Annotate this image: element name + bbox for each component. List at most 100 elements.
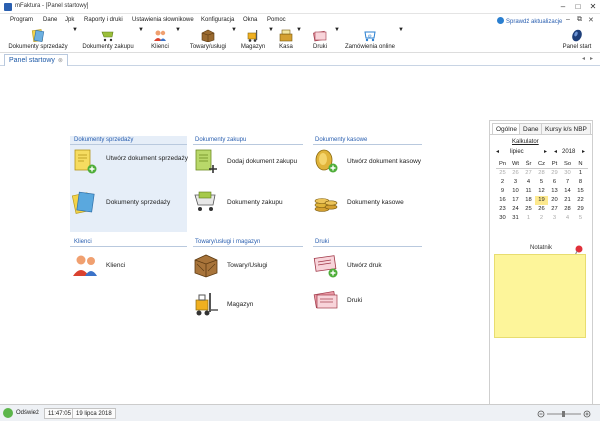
sticky-note[interactable] — [494, 254, 586, 338]
goods-services-button[interactable]: Towary/Usługi — [193, 252, 303, 280]
calendar-day[interactable]: 26 — [509, 169, 522, 178]
check-updates-link[interactable]: Sprawdź aktualizacje — [497, 17, 562, 25]
calendar-day[interactable]: 25 — [496, 169, 509, 178]
menu-ustawienia[interactable]: Ustawienia słownikowe — [132, 17, 194, 23]
calendar-day[interactable]: 2 — [496, 178, 509, 187]
calendar-year[interactable]: 2018 — [562, 147, 575, 157]
calendar-day[interactable]: 10 — [509, 187, 522, 196]
calendar-day[interactable]: 2 — [535, 214, 548, 223]
clients-button[interactable]: Klienci — [72, 252, 182, 280]
warehouse-button[interactable]: Magazyn — [193, 291, 303, 319]
calendar-day[interactable]: 1 — [574, 169, 587, 178]
calendar-day[interactable]: 23 — [496, 205, 509, 214]
toolbar-goods-services-button[interactable]: Towary/usługi — [184, 27, 232, 53]
add-purchase-document-button[interactable]: Dodaj dokument zakupu — [193, 148, 303, 176]
tab-scroll-right-icon[interactable]: ▸ — [590, 55, 593, 62]
calendar-day[interactable]: 4 — [561, 214, 574, 223]
calendar-day[interactable]: 30 — [496, 214, 509, 223]
calendar-day[interactable]: 20 — [548, 196, 561, 205]
toolbar-printouts-button[interactable]: Druki — [306, 27, 334, 53]
mdi-restore-button[interactable]: ⧉ — [577, 16, 582, 24]
calendar-day[interactable]: 13 — [548, 187, 561, 196]
goods-dropdown-arrow[interactable]: ▼ — [231, 27, 237, 53]
calendar-day[interactable]: 31 — [509, 214, 522, 223]
warehouse-dropdown-arrow[interactable]: ▼ — [268, 27, 274, 53]
orders-dropdown-arrow[interactable]: ▼ — [398, 27, 404, 53]
printouts-dropdown-arrow[interactable]: ▼ — [334, 27, 340, 53]
calendar-day[interactable]: 27 — [548, 205, 561, 214]
create-print-button[interactable]: Utwórz druk — [313, 252, 423, 280]
refresh-icon[interactable] — [3, 408, 13, 418]
calendar-day[interactable]: 12 — [535, 187, 548, 196]
clients-dropdown-arrow[interactable]: ▼ — [175, 27, 181, 53]
calendar-day[interactable]: 30 — [561, 169, 574, 178]
mdi-minimize-button[interactable]: – — [566, 16, 570, 23]
menu-okna[interactable]: Okna — [243, 17, 257, 23]
menu-konfiguracja[interactable]: Konfiguracja — [201, 17, 234, 23]
calendar-day[interactable]: 29 — [574, 205, 587, 214]
calendar-day[interactable]: 15 — [574, 187, 587, 196]
toolbar-start-panel-button[interactable]: Panel start — [556, 27, 598, 53]
menu-pomoc[interactable]: Pomoc — [267, 17, 286, 23]
tab-scroll-left-icon[interactable]: ◂ — [582, 55, 585, 62]
calendar-day[interactable]: 14 — [561, 187, 574, 196]
side-tab-data[interactable]: Dane — [519, 123, 543, 134]
toolbar-warehouse-button[interactable]: Magazyn — [238, 27, 268, 53]
calendar-day[interactable]: 18 — [522, 196, 535, 205]
calendar-day[interactable]: 25 — [522, 205, 535, 214]
purchase-dropdown-arrow[interactable]: ▼ — [138, 27, 144, 53]
calendar-day[interactable]: 28 — [561, 205, 574, 214]
calendar-day[interactable]: 1 — [522, 214, 535, 223]
calendar-day[interactable]: 5 — [535, 178, 548, 187]
purchase-documents-button[interactable]: Dokumenty zakupu — [193, 189, 303, 217]
sales-documents-button[interactable]: Dokumenty sprzedaży — [72, 189, 182, 217]
zoom-slider[interactable] — [537, 410, 591, 418]
create-sales-document-button[interactable]: Utwórz dokument sprzedaży — [72, 148, 188, 176]
calculator-link[interactable]: Kalkulator — [512, 139, 539, 145]
calendar-day[interactable]: 8 — [574, 178, 587, 187]
calendar-day[interactable]: 11 — [522, 187, 535, 196]
prints-button[interactable]: Druki — [313, 287, 423, 315]
calendar-day[interactable]: 21 — [561, 196, 574, 205]
calendar-day[interactable]: 4 — [522, 178, 535, 187]
toolbar-online-orders-button[interactable]: @ Zamówienia online — [342, 27, 398, 53]
calendar-day[interactable]: 22 — [574, 196, 587, 205]
side-tab-nbp-rates[interactable]: Kursy k/s NBP — [541, 123, 591, 134]
toolbar-cash-button[interactable]: Kasa — [276, 27, 296, 53]
tab-close-icon[interactable]: ⊗ — [58, 58, 63, 64]
toolbar-clients-button[interactable]: Klienci — [146, 27, 174, 53]
minimize-button[interactable]: – — [556, 1, 570, 12]
next-month-icon[interactable]: ▸ — [544, 147, 547, 157]
calendar-day[interactable]: 3 — [548, 214, 561, 223]
menu-program[interactable]: Program — [10, 17, 33, 23]
maximize-button[interactable]: □ — [571, 1, 585, 12]
calendar-day[interactable]: 16 — [496, 196, 509, 205]
menu-dane[interactable]: Dane — [43, 17, 57, 23]
calendar-day[interactable]: 3 — [509, 178, 522, 187]
calendar-day[interactable]: 7 — [561, 178, 574, 187]
mdi-close-button[interactable]: ✕ — [588, 16, 594, 24]
side-tab-general[interactable]: Ogólne — [492, 123, 521, 134]
refresh-label[interactable]: Odśwież — [16, 410, 39, 416]
calendar-day[interactable]: 27 — [522, 169, 535, 178]
calendar-day[interactable]: 28 — [535, 169, 548, 178]
prev-month-icon[interactable]: ◂ — [496, 147, 499, 157]
prev-year-icon[interactable]: ◂ — [554, 147, 557, 157]
tab-panel-startowy[interactable]: Panel startowy ⊗ — [4, 54, 68, 66]
menu-raporty[interactable]: Raporty i druki — [84, 17, 123, 23]
menu-jpk[interactable]: Jpk — [65, 17, 74, 23]
create-cash-document-button[interactable]: Utwórz dokument kasowy — [313, 148, 423, 176]
close-button[interactable]: ✕ — [586, 1, 600, 12]
calendar-day[interactable]: 24 — [509, 205, 522, 214]
cash-dropdown-arrow[interactable]: ▼ — [296, 27, 302, 53]
calendar-day[interactable]: 19 — [535, 196, 548, 205]
calendar-day[interactable]: 6 — [548, 178, 561, 187]
calendar-day[interactable]: 26 — [535, 205, 548, 214]
calendar-month[interactable]: lipiec — [510, 147, 524, 157]
calendar-day[interactable]: 17 — [509, 196, 522, 205]
calendar-day[interactable]: 5 — [574, 214, 587, 223]
calendar-day[interactable]: 9 — [496, 187, 509, 196]
toolbar-purchase-documents-button[interactable]: Dokumenty zakupu — [78, 27, 138, 53]
cash-documents-button[interactable]: Dokumenty kasowe — [313, 189, 423, 217]
next-year-icon[interactable]: ▸ — [582, 147, 585, 157]
